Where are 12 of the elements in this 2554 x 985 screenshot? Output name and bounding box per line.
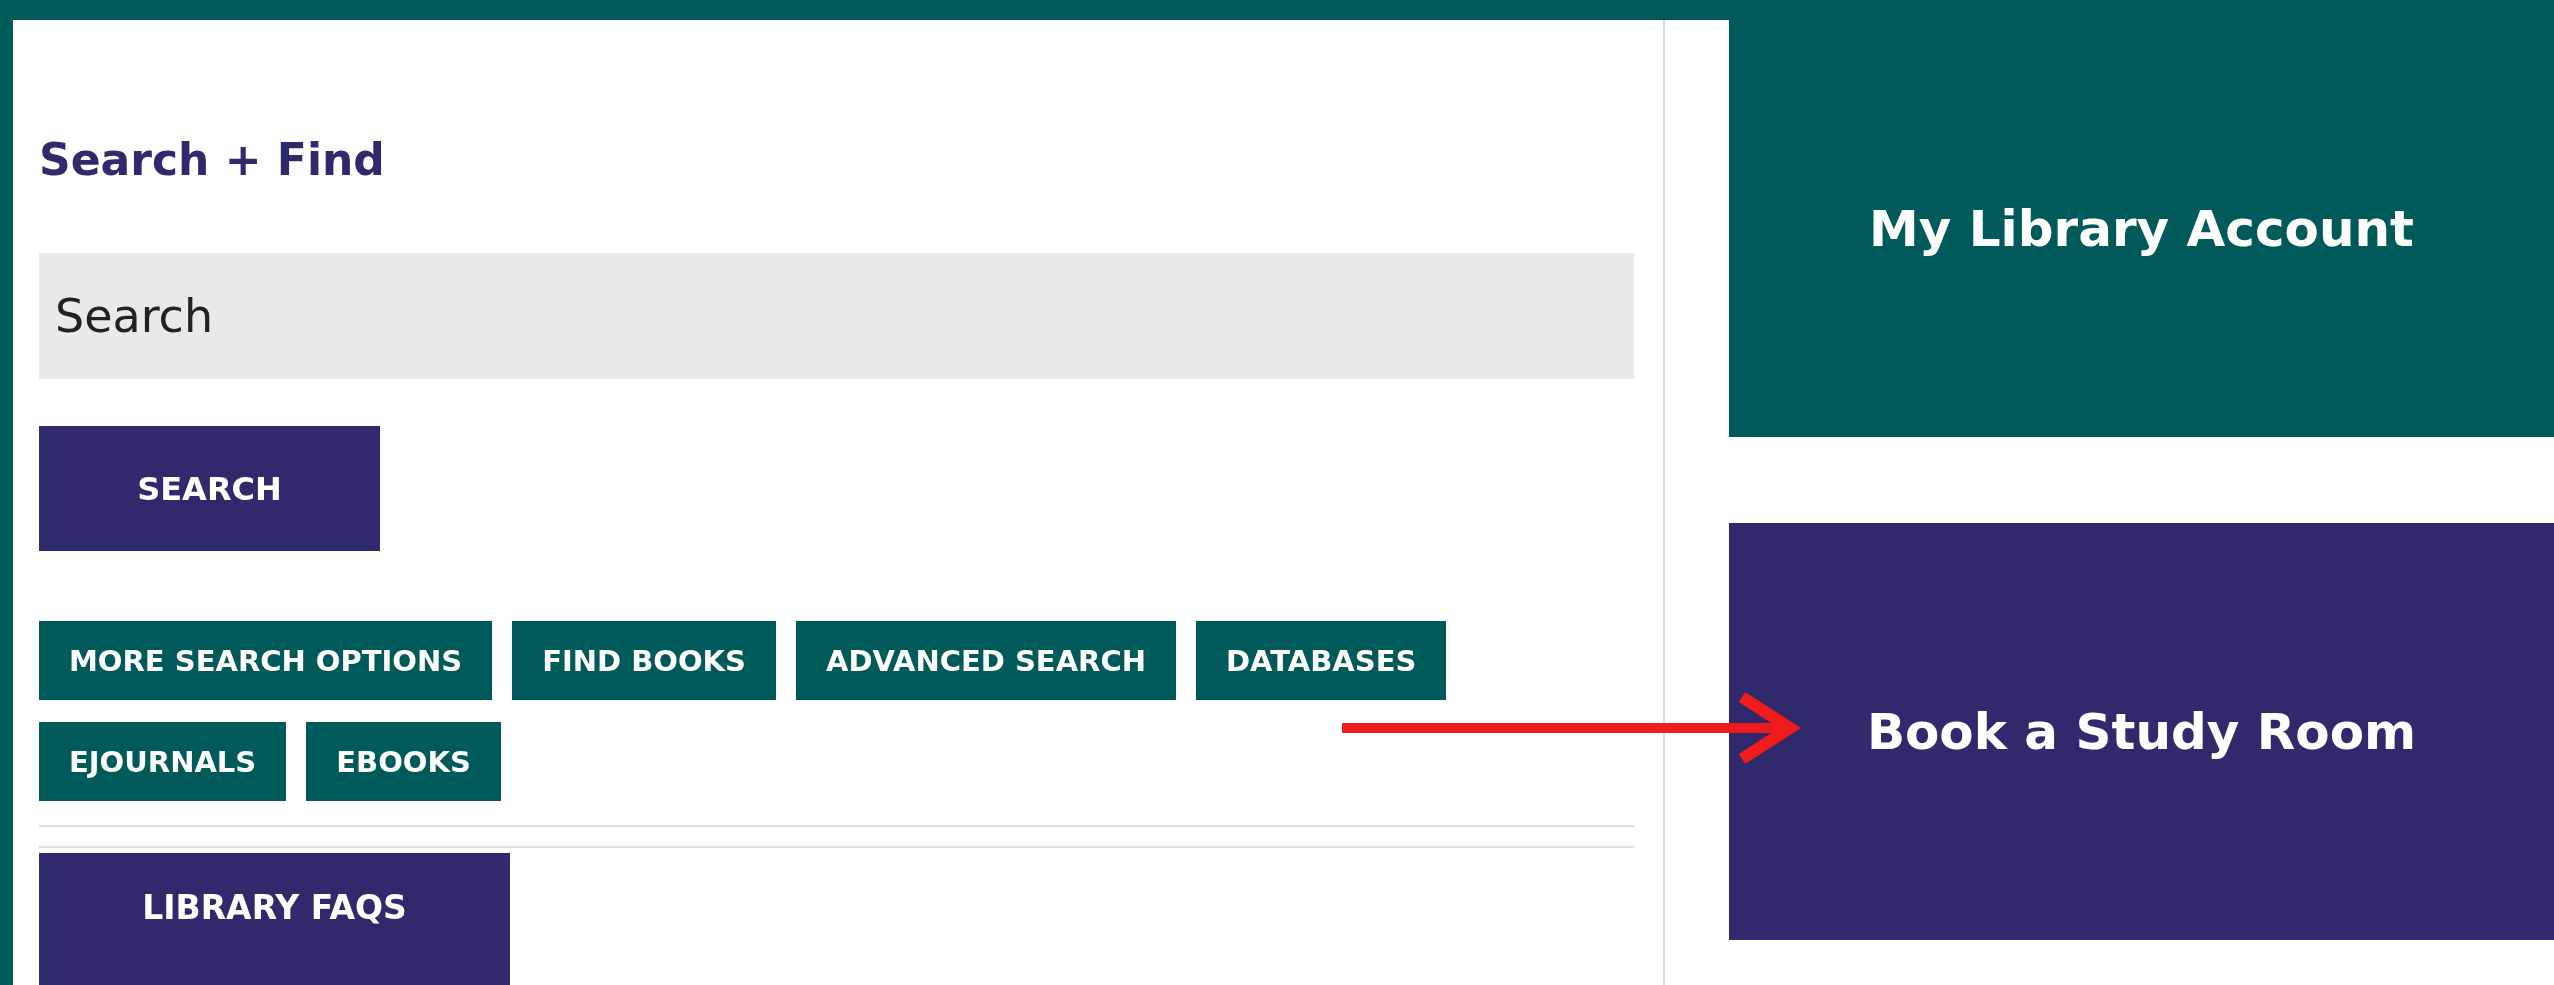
search-field[interactable]: Search — [39, 253, 1634, 380]
quick-link-button[interactable]: ADVANCED SEARCH — [796, 621, 1176, 701]
tile-button[interactable]: My Library Account — [1729, 20, 2554, 437]
faq-button[interactable]: LIBRARY FAQS — [39, 853, 510, 985]
search-button[interactable]: SEARCH — [39, 426, 380, 552]
quick-link-button[interactable]: DATABASES — [1196, 621, 1447, 701]
tile-button[interactable]: Book a Study Room — [1729, 523, 2554, 940]
quick-link-button[interactable]: EBOOKS — [306, 722, 501, 802]
quick-link-button[interactable]: MORE SEARCH OPTIONS — [39, 621, 493, 701]
quick-link-button[interactable]: EJOURNALS — [39, 722, 287, 802]
section-heading: Search + Find — [39, 135, 385, 185]
quick-link-button[interactable]: FIND BOOKS — [512, 621, 776, 701]
